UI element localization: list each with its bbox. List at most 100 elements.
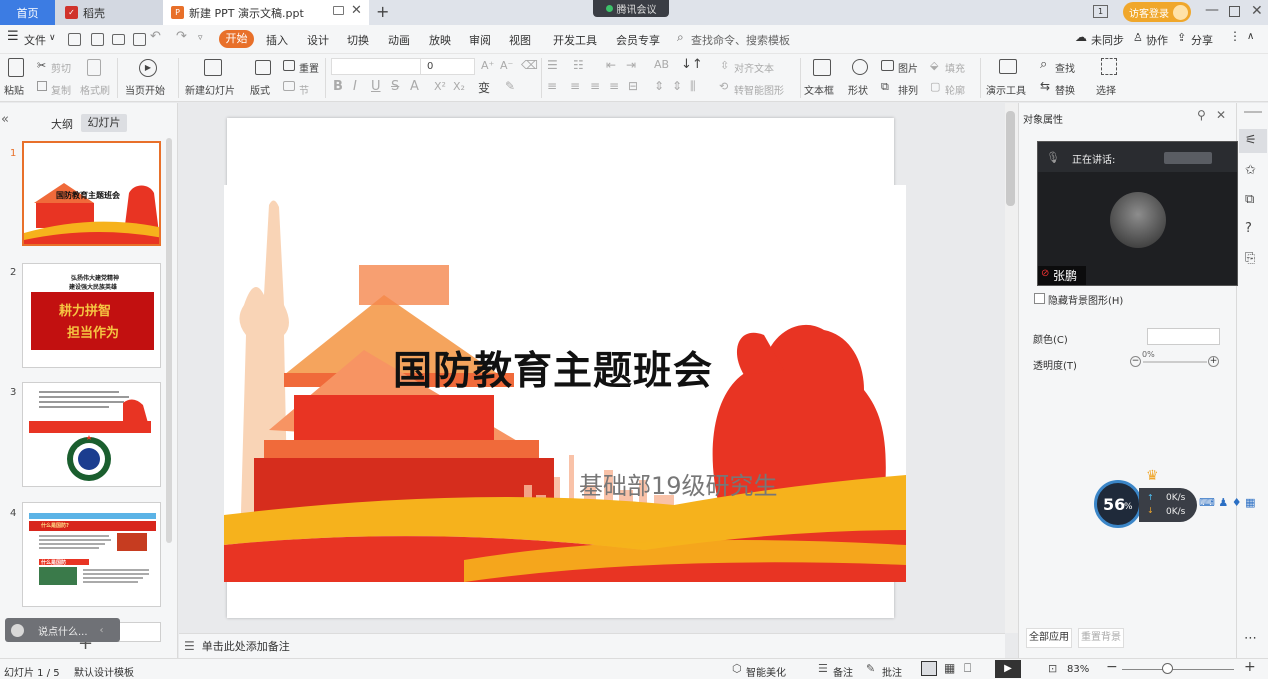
new-tab-button[interactable]: + [376,2,389,21]
export-pdf-icon[interactable] [91,33,104,46]
shape-button[interactable]: 形状 [848,82,868,97]
paste-button[interactable]: 粘贴 [4,82,24,97]
slide-thumb-2[interactable]: 弘扬伟大建党精神 建设强大民族英雄 耕力拼智 担当作为 [22,263,161,368]
paste-icon[interactable] [8,58,24,77]
new-slide-button[interactable]: 新建幻灯片 [185,82,235,97]
reading-view-icon[interactable]: ⎕ [964,661,971,676]
comments-button[interactable]: 批注 [882,664,902,679]
transparency-slider[interactable] [1143,361,1207,363]
justify-icon[interactable]: ≡ [609,79,619,93]
close-window-icon[interactable]: ✕ [1251,3,1263,19]
format-painter-button[interactable]: 格式刷 [80,82,110,97]
outline-button[interactable]: 轮廓 [945,82,965,97]
format-painter-icon[interactable] [87,59,101,76]
close-tab-icon[interactable]: ✕ [351,3,362,18]
chat-bubble[interactable]: 说点什么... ‹ [5,618,120,642]
maximize-icon[interactable] [1229,6,1240,17]
transition-icon[interactable]: ⧉ [1245,192,1254,207]
new-slide-icon[interactable] [204,59,222,76]
select-button[interactable]: 选择 [1096,82,1116,97]
text-direction-icon[interactable]: AB [654,58,669,71]
menu-developer[interactable]: 开发工具 [553,32,597,48]
italic-icon[interactable]: I [353,79,357,94]
thumbs-scrollbar[interactable] [166,138,172,543]
select-icon[interactable] [1101,58,1117,75]
bold-icon[interactable]: B [333,79,343,94]
help-icon[interactable]: ? [1245,221,1252,236]
font-size-select[interactable]: 0 [420,58,475,75]
columns-icon[interactable]: ⫼ [690,79,696,94]
close-panel-icon[interactable]: ✕ [1216,108,1226,122]
arrange-button[interactable]: 排列 [898,82,918,97]
animation-icon[interactable]: ✩ [1245,163,1256,178]
section-button[interactable]: 节 [299,82,309,97]
slides-tab[interactable]: 幻灯片 [81,114,127,132]
tab-daoke[interactable]: ✓ 稻壳 [55,0,163,25]
meeting-video-panel[interactable]: 🎙 正在讲话: ⊘ 张鹏 [1037,141,1238,286]
pin-icon[interactable]: ⚲ [1197,108,1206,122]
normal-view-icon[interactable] [921,661,937,676]
menu-view[interactable]: 视图 [509,32,531,48]
layout-button[interactable]: 版式 [250,82,270,97]
menu-slideshow[interactable]: 放映 [429,32,451,48]
collapse-panel-icon[interactable]: « [1,112,9,127]
menu-transition[interactable]: 切换 [347,32,369,48]
indent-icon[interactable]: ⇥ [626,58,636,72]
subscript-icon[interactable]: X₂ [453,80,465,93]
font-color-icon[interactable]: A [410,79,419,94]
smart-beautify-button[interactable]: 智能美化 [746,664,786,679]
backup-icon[interactable]: ⎘ [1245,251,1255,266]
decrease-transparency-icon[interactable]: − [1130,356,1141,367]
clear-format-icon[interactable]: ⌫ [521,58,538,72]
play-from-current-button[interactable]: 当页开始 [125,82,165,97]
zoom-slider[interactable] [1122,669,1234,670]
shape-icon[interactable] [852,59,868,75]
align-left-icon[interactable]: ≡ [547,79,557,93]
menu-design[interactable]: 设计 [307,32,329,48]
command-search[interactable]: 查找命令、搜索模板 [691,32,790,48]
undo-icon[interactable]: ↶ [150,29,161,44]
align-text-button[interactable]: 对齐文本 [734,60,774,75]
notes-toggle-button[interactable]: 备注 [833,664,853,679]
scroll-thumb[interactable] [1006,111,1015,206]
strikethrough-icon[interactable]: S [391,79,399,94]
float-window-icon[interactable] [333,6,344,15]
picture-button[interactable]: 图片 [898,60,918,75]
zoom-in-icon[interactable]: + [1244,659,1256,675]
present-tools-button[interactable]: 演示工具 [986,82,1026,97]
minimize-icon[interactable]: — [1205,2,1219,18]
line-spacing-icon[interactable]: ⇕ [654,79,664,93]
zoom-out-icon[interactable]: − [1106,659,1118,675]
copy-button[interactable]: 复制 [51,82,71,97]
highlight-icon[interactable]: ✎ [505,79,515,93]
reset-bg-button[interactable]: 重置背景 [1078,628,1124,648]
replace-button[interactable]: 替换 [1055,82,1075,97]
collapse-chat-icon[interactable]: ‹ [100,625,104,636]
play-slideshow-button[interactable]: ▶ [995,660,1021,678]
apply-all-button[interactable]: 全部应用 [1026,628,1072,648]
page-count-icon[interactable]: 1 [1093,5,1108,18]
menu-animation[interactable]: 动画 [388,32,410,48]
slide-thumb-3[interactable] [22,382,161,487]
slide-thumb-1[interactable]: 国防教育主题班会 [22,141,161,246]
zoom-level[interactable]: 83% [1067,664,1089,675]
panel-title[interactable]: 对象属性 [1023,111,1063,126]
template-name[interactable]: 默认设计模板 [74,664,134,679]
font-family-select[interactable] [331,58,421,75]
slide-title[interactable]: 国防教育主题班会 [393,340,713,396]
sync-status[interactable]: 未同步 [1091,32,1124,48]
notes-bar[interactable]: ☰ 单击此处添加备注 [179,633,1005,658]
hamburger-icon[interactable]: ☰ [7,29,19,44]
canvas-scrollbar[interactable] [1005,103,1018,633]
sort-icon[interactable]: ↓↑ [681,57,703,72]
find-button[interactable]: 查找 [1055,60,1075,75]
numbered-list-icon[interactable]: ☷ [573,58,584,72]
underline-icon[interactable]: U [371,79,381,94]
increase-font-icon[interactable]: A⁺ [481,59,494,72]
tab-document[interactable]: P 新建 PPT 演示文稿.ppt ✕ [163,0,369,25]
chevron-down-icon[interactable]: ∨ [49,33,56,43]
present-tools-icon[interactable] [999,59,1017,74]
collapse-ribbon-icon[interactable]: ∧ [1247,31,1254,42]
menu-insert[interactable]: 插入 [266,32,288,48]
slide-subtitle[interactable]: 基础部19级研究生 [579,466,778,501]
